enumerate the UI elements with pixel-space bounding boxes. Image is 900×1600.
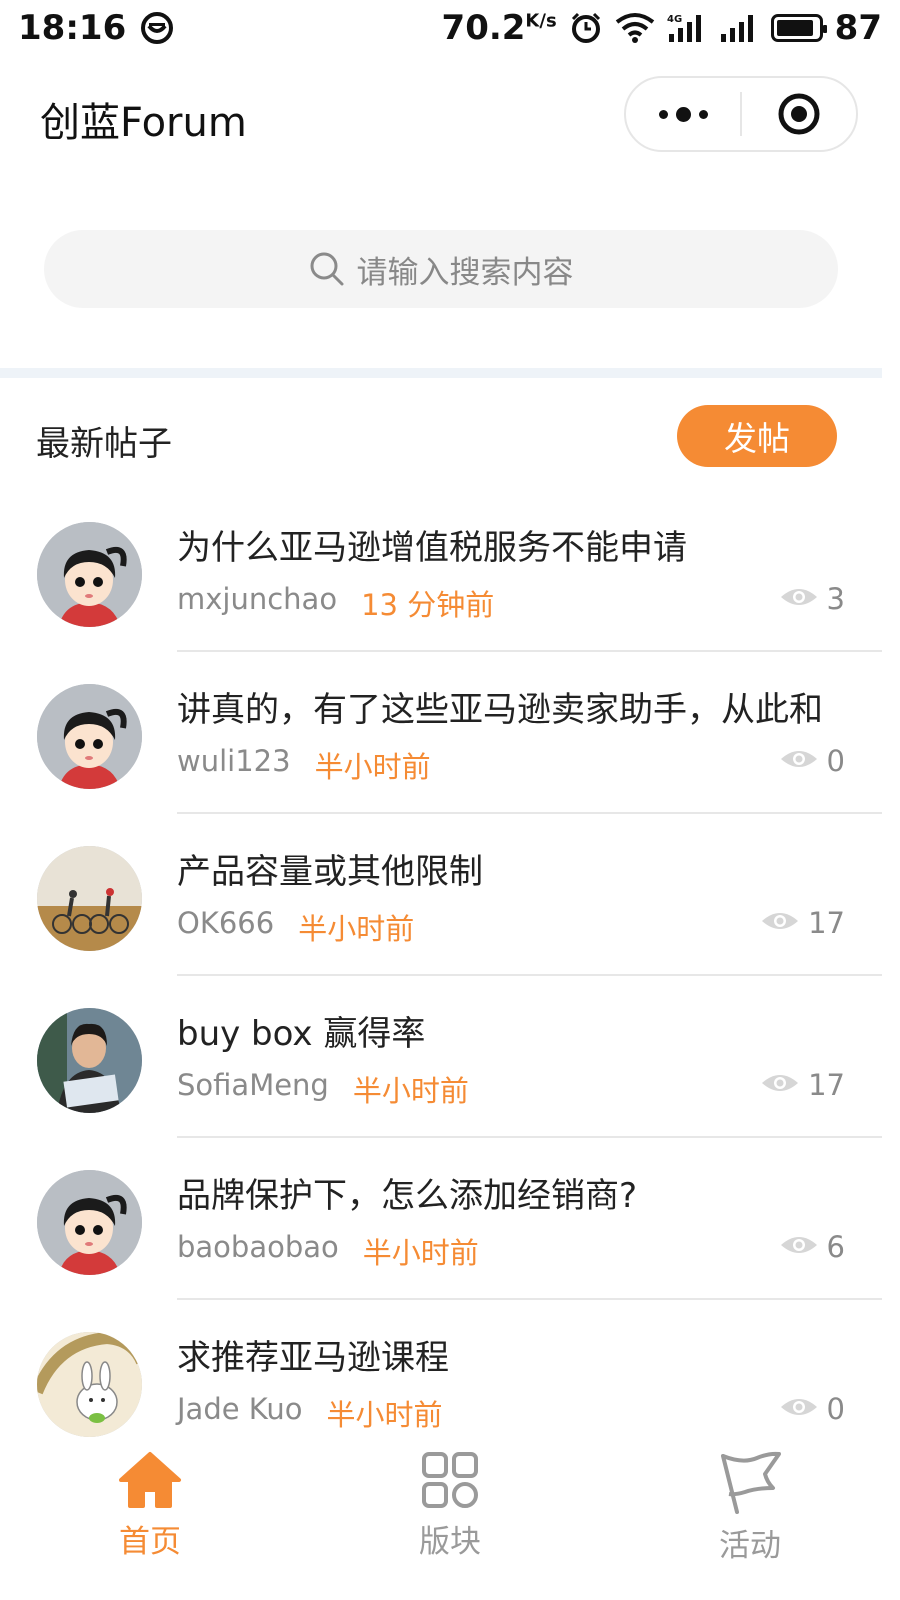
post-item[interactable]: 求推荐亚马逊课程 Jade Kuo 半小时前 0 — [0, 1300, 900, 1462]
wifi-icon — [615, 12, 655, 44]
view-count: 0 — [826, 1392, 845, 1426]
more-icon — [658, 106, 708, 122]
post-item[interactable]: buy box 赢得率 SofiaMeng 半小时前 17 — [0, 976, 900, 1138]
new-post-button[interactable]: 发帖 — [677, 405, 837, 467]
page-title: 创蓝Forum — [40, 100, 247, 146]
network-speed: 70.2K/s — [441, 8, 557, 48]
post-meta: mxjunchao 13 分钟前 — [177, 582, 494, 624]
avatar[interactable] — [37, 1170, 142, 1275]
status-time: 18:16 — [18, 8, 127, 48]
miniprogram-capsule — [624, 76, 858, 152]
post-meta: OK666 半小时前 — [177, 906, 414, 948]
post-author[interactable]: SofiaMeng — [177, 1068, 329, 1110]
battery-icon — [770, 14, 827, 42]
avatar[interactable] — [37, 1008, 142, 1113]
close-miniprogram-button[interactable] — [742, 78, 856, 150]
post-item[interactable]: 品牌保护下，怎么添加经销商? baobaobao 半小时前 6 — [0, 1138, 900, 1300]
post-views: 17 — [760, 906, 845, 940]
post-time: 半小时前 — [362, 1236, 479, 1270]
tab-sections[interactable]: 版块 — [300, 1440, 600, 1600]
signal-icon — [719, 12, 759, 44]
flag-icon — [721, 1451, 781, 1514]
post-time: 半小时前 — [326, 1398, 443, 1432]
post-title[interactable]: 为什么亚马逊增值税服务不能申请 — [177, 520, 687, 569]
eye-icon — [779, 1392, 819, 1426]
tab-bar: 首页 版块 活动 — [0, 1440, 900, 1600]
tab-activities[interactable]: 活动 — [600, 1440, 900, 1600]
post-item[interactable]: 讲真的，有了这些亚马逊卖家助手，从此和 wuli123 半小时前 0 — [0, 652, 900, 814]
target-icon — [778, 93, 820, 135]
post-item[interactable]: 产品容量或其他限制 OK666 半小时前 17 — [0, 814, 900, 976]
post-meta: Jade Kuo 半小时前 — [177, 1392, 443, 1434]
post-views: 0 — [779, 1392, 845, 1426]
status-bar: 18:16 70.2K/s 4G 87 — [0, 0, 900, 56]
view-count: 17 — [808, 1068, 845, 1102]
section-divider — [0, 368, 882, 378]
avatar[interactable] — [37, 522, 142, 627]
avatar[interactable] — [37, 684, 142, 789]
eye-icon — [779, 744, 819, 778]
search-placeholder: 请输入搜索内容 — [356, 254, 574, 291]
avatar[interactable] — [37, 846, 142, 951]
post-author[interactable]: wuli123 — [177, 744, 291, 786]
post-author[interactable]: Jade Kuo — [177, 1392, 303, 1434]
notification-icon — [140, 11, 174, 45]
tab-home[interactable]: 首页 — [0, 1440, 300, 1600]
post-meta: wuli123 半小时前 — [177, 744, 431, 786]
post-title[interactable]: 讲真的，有了这些亚马逊卖家助手，从此和 — [177, 682, 823, 731]
post-views: 6 — [779, 1230, 845, 1264]
post-title[interactable]: 品牌保护下，怎么添加经销商? — [177, 1168, 637, 1217]
search-input[interactable]: 请输入搜索内容 — [44, 230, 838, 308]
eye-icon — [779, 1230, 819, 1264]
avatar[interactable] — [37, 1332, 142, 1437]
post-views: 17 — [760, 1068, 845, 1102]
post-time: 半小时前 — [298, 912, 415, 946]
section-title: 最新帖子 — [36, 424, 172, 464]
post-views: 3 — [779, 582, 845, 616]
tab-sections-label: 版块 — [419, 1524, 481, 1560]
post-time: 13 分钟前 — [361, 588, 495, 622]
post-views: 0 — [779, 744, 845, 778]
view-count: 3 — [826, 582, 845, 616]
view-count: 0 — [826, 744, 845, 778]
search-icon — [310, 252, 343, 286]
eye-icon — [760, 1068, 800, 1102]
title-bar: 创蓝Forum — [0, 56, 900, 176]
post-list: 为什么亚马逊增值税服务不能申请 mxjunchao 13 分钟前 3 讲真的，有了这些亚… — [0, 490, 900, 1462]
view-count: 6 — [826, 1230, 845, 1264]
post-meta: SofiaMeng 半小时前 — [177, 1068, 469, 1110]
svg-text:4G: 4G — [667, 14, 682, 25]
post-title[interactable]: 求推荐亚马逊课程 — [177, 1330, 449, 1379]
home-icon — [119, 1452, 181, 1508]
signal-4g-icon: 4G — [667, 12, 707, 44]
alarm-icon — [569, 11, 603, 45]
post-time: 半小时前 — [352, 1074, 469, 1108]
post-meta: baobaobao 半小时前 — [177, 1230, 479, 1272]
view-count: 17 — [808, 906, 845, 940]
grid-icon — [422, 1452, 478, 1508]
post-item[interactable]: 为什么亚马逊增值税服务不能申请 mxjunchao 13 分钟前 3 — [0, 490, 900, 652]
eye-icon — [779, 582, 819, 616]
post-time: 半小时前 — [314, 750, 431, 784]
more-button[interactable] — [626, 78, 740, 150]
battery-level: 87 — [834, 8, 882, 48]
post-title[interactable]: 产品容量或其他限制 — [177, 844, 483, 893]
post-author[interactable]: OK666 — [177, 906, 274, 948]
post-title[interactable]: buy box 赢得率 — [177, 1006, 425, 1055]
eye-icon — [760, 906, 800, 940]
tab-home-label: 首页 — [119, 1524, 181, 1560]
post-author[interactable]: mxjunchao — [177, 582, 337, 624]
post-author[interactable]: baobaobao — [177, 1230, 339, 1272]
tab-activities-label: 活动 — [719, 1528, 781, 1564]
